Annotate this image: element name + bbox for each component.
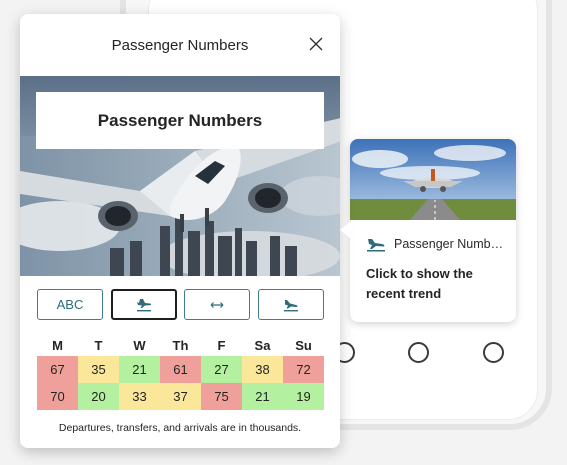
card-title-row: Passenger Numbers — [350, 220, 516, 254]
table-cell: 72 — [283, 356, 324, 383]
day-header: W — [133, 337, 146, 353]
table-cell: 37 — [160, 383, 201, 410]
text-mode-label: ABC — [56, 297, 84, 312]
passenger-table: M T W Th F Sa Su 67 35 21 61 27 38 72 70… — [37, 334, 324, 410]
close-icon[interactable] — [308, 36, 324, 52]
table-cell: 70 — [37, 383, 78, 410]
table-cell: 67 — [37, 356, 78, 383]
nav-circle-icon[interactable] — [408, 342, 429, 363]
card-description: Click to show the recent trend — [350, 254, 516, 304]
day-header-row: M T W Th F Sa Su — [37, 334, 324, 356]
card-description-line: recent trend — [366, 286, 442, 301]
table-cell: 75 — [201, 383, 242, 410]
table-cell: 21 — [119, 356, 160, 383]
table-cell: 35 — [78, 356, 119, 383]
table-cell: 27 — [201, 356, 242, 383]
footnote: Departures, transfers, and arrivals are … — [58, 422, 302, 434]
table-cell: 61 — [160, 356, 201, 383]
hero-title: Passenger Numbers — [97, 110, 263, 130]
nav-circle-icon[interactable] — [483, 342, 504, 363]
plane-landing-icon — [367, 239, 385, 252]
card-pointer — [340, 221, 351, 239]
plane-departure-icon — [283, 299, 298, 311]
arrivals-mode-button[interactable] — [110, 289, 177, 320]
text-mode-button[interactable]: ABC — [37, 289, 103, 320]
day-header: T — [94, 337, 103, 353]
day-header: Su — [295, 337, 312, 353]
plane-arrival-icon — [136, 298, 151, 311]
panel-title: Passenger Numbers — [111, 36, 249, 54]
day-header: Th — [172, 337, 189, 353]
table-cell: 19 — [283, 383, 324, 410]
table-cell: 38 — [242, 356, 283, 383]
mode-button-row: ABC — [20, 276, 340, 320]
transfers-mode-button[interactable] — [184, 289, 251, 320]
card-label: Passenger Numbers — [394, 237, 504, 251]
day-header: Sa — [254, 337, 271, 353]
trend-card[interactable]: Passenger Numbers Click to show the rece… — [350, 139, 516, 322]
card-description-line: Click to show the — [366, 266, 473, 281]
table-cell: 20 — [78, 383, 119, 410]
table-row: 70 20 33 37 75 21 19 — [37, 383, 324, 410]
runway-plane-image — [350, 139, 516, 220]
table-cell: 33 — [119, 383, 160, 410]
day-header: F — [217, 337, 226, 353]
hero-title-box: Passenger Numbers — [36, 92, 324, 149]
table-cell: 21 — [242, 383, 283, 410]
table-row: 67 35 21 61 27 38 72 — [37, 356, 324, 383]
hero-image: Passenger Numbers — [20, 76, 340, 276]
departures-mode-button[interactable] — [257, 289, 324, 320]
passenger-panel: Passenger Numbers Passenger Numbers ABC … — [20, 14, 340, 448]
panel-header: Passenger Numbers — [20, 14, 340, 76]
day-header: M — [52, 337, 63, 353]
transfer-arrows-icon — [210, 301, 224, 308]
